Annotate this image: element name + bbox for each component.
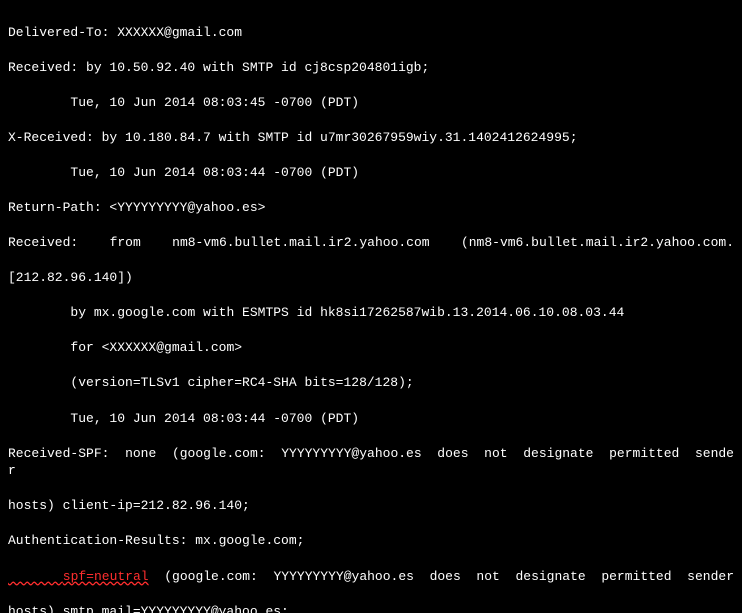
header-received-1b: Tue, 10 Jun 2014 08:03:45 -0700 (PDT) (8, 94, 734, 112)
header-auth-results: Authentication-Results: mx.google.com; (8, 532, 734, 550)
spf-neutral-rest: (google.com: YYYYYYYYY@yahoo.es does not… (149, 569, 734, 584)
email-headers-block: Delivered-To: XXXXXX@gmail.com Received:… (0, 0, 742, 613)
header-received-2e: (version=TLSv1 cipher=RC4-SHA bits=128/1… (8, 374, 734, 392)
header-x-received-a: X-Received: by 10.180.84.7 with SMTP id … (8, 129, 734, 147)
header-received-spf-a: Received-SPF: none (google.com: YYYYYYYY… (8, 445, 734, 480)
header-received-2d: for <XXXXXX@gmail.com> (8, 339, 734, 357)
header-received-1a: Received: by 10.50.92.40 with SMTP id cj… (8, 59, 734, 77)
header-received-spf-b: hosts) client-ip=212.82.96.140; (8, 497, 734, 515)
header-delivered-to: Delivered-To: XXXXXX@gmail.com (8, 24, 734, 42)
header-received-2f: Tue, 10 Jun 2014 08:03:44 -0700 (PDT) (8, 410, 734, 428)
header-received-2b: [212.82.96.140]) (8, 269, 734, 287)
header-received-2a: Received: from nm8-vm6.bullet.mail.ir2.y… (8, 234, 734, 252)
spf-neutral-label: spf=neutral (8, 569, 149, 584)
header-x-received-b: Tue, 10 Jun 2014 08:03:44 -0700 (PDT) (8, 164, 734, 182)
auth-spf-neutral-line-b: hosts) smtp.mail=YYYYYYYYY@yahoo.es; (8, 603, 734, 613)
auth-spf-neutral-line: spf=neutral (google.com: YYYYYYYYY@yahoo… (8, 568, 734, 586)
header-received-2c: by mx.google.com with ESMTPS id hk8si172… (8, 304, 734, 322)
header-return-path: Return-Path: <YYYYYYYYY@yahoo.es> (8, 199, 734, 217)
